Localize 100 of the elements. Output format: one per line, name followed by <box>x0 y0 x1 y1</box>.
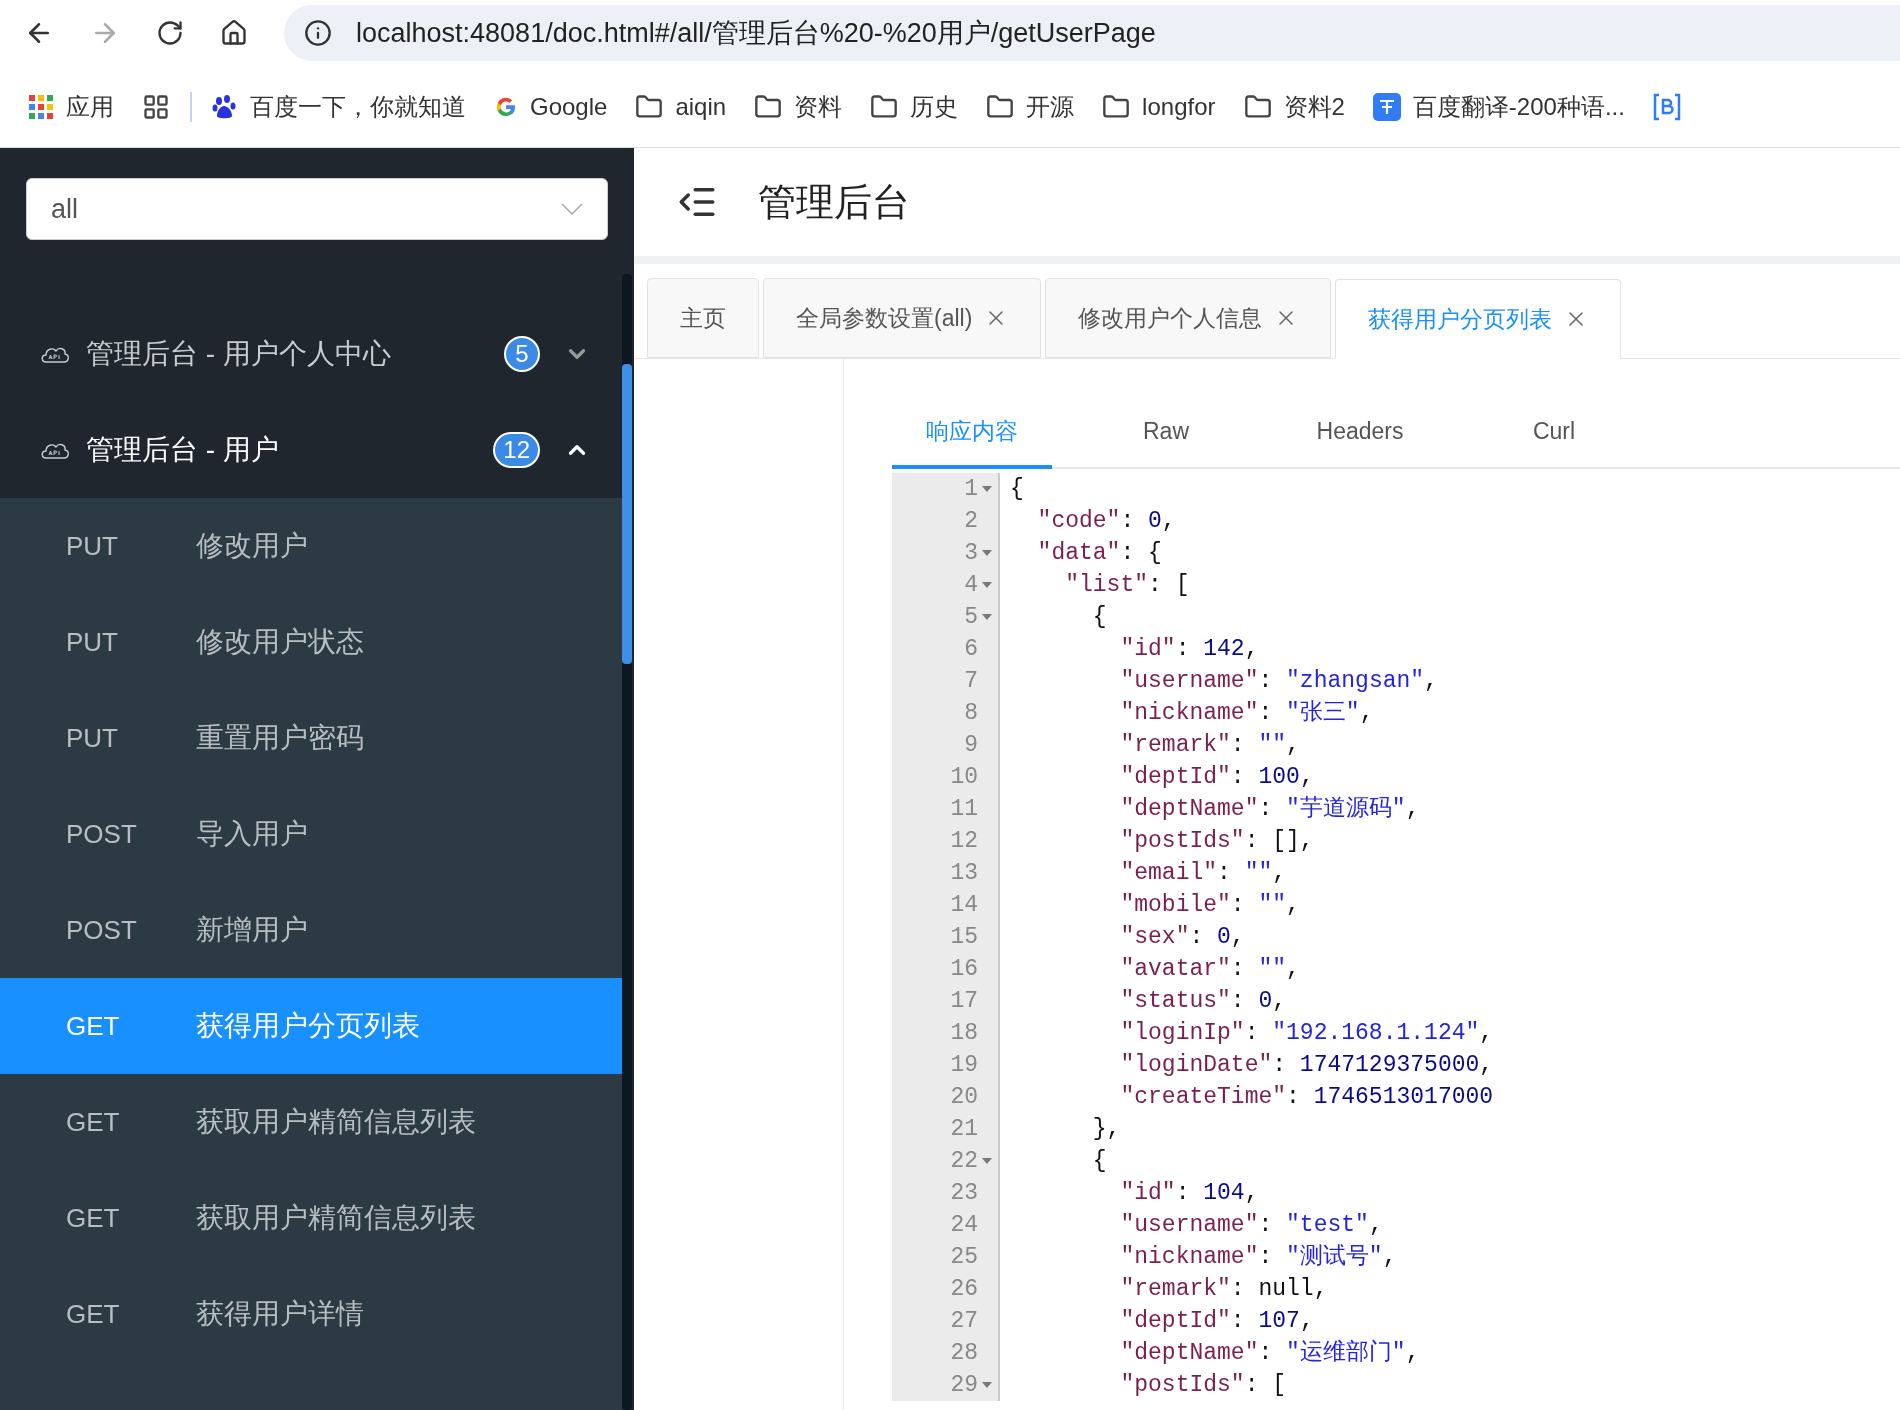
http-method: PUT <box>66 529 119 563</box>
api-menu-item[interactable]: POST 导入用户 <box>0 786 622 882</box>
group-title: 管理后台 - 用户 <box>86 433 280 467</box>
line-number: 28 <box>950 1338 978 1368</box>
code-line: "createTime": 1746513017000 <box>1119 1082 1494 1112</box>
api-name: 获取用户精简信息列表 <box>196 1201 476 1235</box>
bookmark-link[interactable]: longfor <box>1142 88 1216 125</box>
fold-arrow-icon[interactable] <box>982 486 992 492</box>
address-bar[interactable]: localhost:48081/doc.html#/all/管理后台%20-%20用户/getUserPage <box>284 5 1900 61</box>
fold-arrow-icon[interactable] <box>982 1382 992 1388</box>
apps-grid-icon <box>28 93 54 120</box>
code-line: "nickname": "张三", <box>1119 698 1374 728</box>
bookmark-link[interactable]: 百度一下，你就知道 <box>250 88 466 125</box>
code-line: "mobile": "", <box>1119 890 1300 920</box>
api-menu-item[interactable]: GET 获取用户精简信息列表 <box>0 1074 622 1170</box>
api-menu-item[interactable]: PUT 修改用户状态 <box>0 594 622 690</box>
line-number: 3 <box>964 538 978 568</box>
reload-icon[interactable] <box>156 19 184 47</box>
line-number: 17 <box>950 986 978 1016</box>
bookmark-link[interactable]: 应用 <box>66 88 114 125</box>
line-number: 12 <box>950 826 978 856</box>
count-badge: 5 <box>504 336 540 372</box>
line-number: 26 <box>950 1274 978 1304</box>
page-tab[interactable]: 修改用户个人信息 <box>1045 278 1332 358</box>
api-name: 修改用户状态 <box>196 625 364 659</box>
bookmark-link[interactable]: 资料2 <box>1283 88 1345 125</box>
line-number: 24 <box>950 1210 978 1240</box>
fold-arrow-icon[interactable] <box>982 1158 992 1164</box>
http-method: GET <box>66 1201 121 1235</box>
fold-arrow-icon[interactable] <box>982 550 992 556</box>
line-number: 29 <box>950 1370 978 1400</box>
fold-arrow-icon[interactable] <box>982 582 992 588</box>
line-number: 15 <box>950 922 978 952</box>
response-tab[interactable]: Raw <box>1086 397 1246 469</box>
http-method: GET <box>66 1009 121 1043</box>
code-line: "deptId": 107, <box>1119 1306 1314 1336</box>
url-text: localhost:48081/doc.html#/all/管理后台%20-%20用户/getUserPage <box>356 16 1156 50</box>
api-name: 获取用户精简信息列表 <box>196 1105 476 1139</box>
http-method: GET <box>66 1105 121 1139</box>
response-tab[interactable]: Headers <box>1280 397 1440 469</box>
code-line: "loginDate": 1747129375000, <box>1119 1050 1494 1080</box>
count-badge: 12 <box>493 432 540 468</box>
grid-icon[interactable] <box>142 92 170 121</box>
line-number: 9 <box>964 730 978 760</box>
bookmark-link[interactable]: Google <box>530 88 608 125</box>
page-tab[interactable]: 全局参数设置(all) <box>763 278 1042 358</box>
http-method: POST <box>66 817 138 851</box>
line-number: 22 <box>950 1146 978 1176</box>
line-number: 19 <box>950 1050 978 1080</box>
code-line: "id": 142, <box>1119 634 1259 664</box>
line-number: 21 <box>950 1114 978 1144</box>
api-group-header[interactable]: 管理后台 - 用户个人中心 5 <box>0 306 622 402</box>
folder-icon <box>870 92 899 121</box>
code-line: "deptId": 100, <box>1119 762 1314 792</box>
api-name: 重置用户密码 <box>196 721 364 755</box>
api-name: 新增用户 <box>196 913 308 947</box>
code-line: "deptName": "运维部门", <box>1119 1338 1420 1368</box>
bookmark-link[interactable]: aiqin <box>675 88 727 125</box>
page-tab[interactable]: 主页 <box>647 278 759 358</box>
code-line: "username": "test", <box>1119 1210 1383 1240</box>
code-line: "status": 0, <box>1119 986 1287 1016</box>
api-group-header[interactable]: 管理后台 - 用户 12 <box>0 402 622 498</box>
response-tab[interactable]: Curl <box>1474 397 1634 469</box>
code-line: "loginIp": "192.168.1.124", <box>1119 1018 1494 1048</box>
api-menu-item[interactable]: POST 新增用户 <box>0 882 622 978</box>
bracket-b-icon <box>1652 92 1681 121</box>
line-number: 2 <box>964 506 978 536</box>
line-number: 13 <box>950 858 978 888</box>
line-number: 20 <box>950 1082 978 1112</box>
api-menu-item[interactable]: PUT 修改用户 <box>0 498 622 594</box>
line-number: 10 <box>950 762 978 792</box>
code-line: { <box>1091 602 1107 632</box>
group-select[interactable]: all <box>26 178 608 240</box>
scrollbar-thumb[interactable] <box>622 364 632 664</box>
line-number: 4 <box>964 570 978 600</box>
code-line: "nickname": "测试号", <box>1119 1242 1397 1272</box>
line-number: 16 <box>950 954 978 984</box>
code-line: "list": [ <box>1064 570 1190 600</box>
api-menu-item[interactable]: GET 获取用户精简信息列表 <box>0 1170 622 1266</box>
api-name: 获得用户详情 <box>196 1297 364 1331</box>
bookmark-link[interactable]: 历史 <box>910 88 959 125</box>
line-number: 18 <box>950 1018 978 1048</box>
chevron-down-icon <box>561 203 583 215</box>
fold-arrow-icon[interactable] <box>982 614 992 620</box>
bookmark-link[interactable]: 资料 <box>794 88 843 125</box>
line-number: 1 <box>964 474 978 504</box>
bookmark-link[interactable]: 百度翻译-200种语... <box>1412 88 1625 125</box>
http-method: GET <box>66 1297 121 1331</box>
api-menu-item[interactable]: GET 获得用户详情 <box>0 1266 622 1362</box>
code-line: { <box>1009 474 1024 504</box>
api-menu-item[interactable]: PUT 重置用户密码 <box>0 690 622 786</box>
home-icon[interactable] <box>220 19 248 47</box>
code-line: "code": 0, <box>1036 506 1176 536</box>
http-method: PUT <box>66 625 119 659</box>
translate-icon <box>1372 92 1401 121</box>
line-number: 7 <box>964 666 978 696</box>
folder-icon <box>986 92 1015 121</box>
bookmark-link[interactable]: 开源 <box>1026 88 1075 125</box>
group-title: 管理后台 - 用户个人中心 <box>86 337 392 371</box>
info-icon[interactable] <box>304 19 332 47</box>
